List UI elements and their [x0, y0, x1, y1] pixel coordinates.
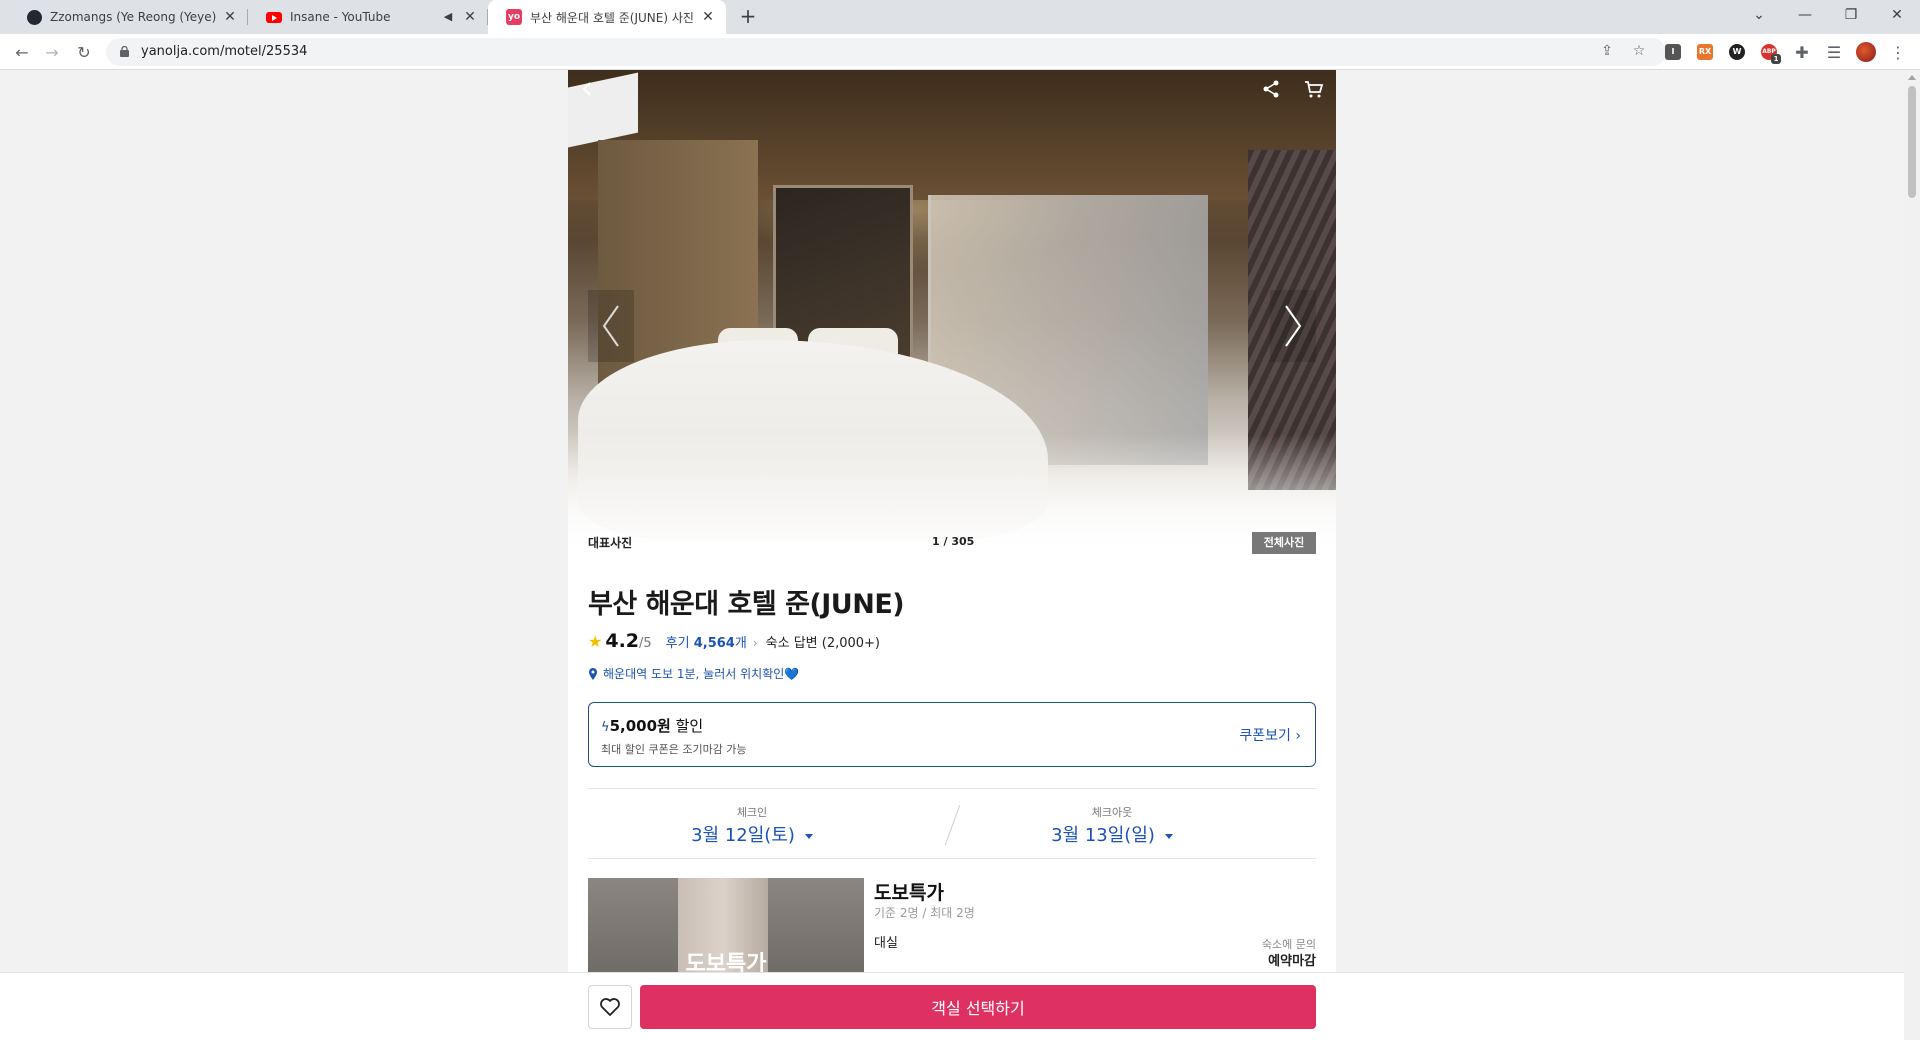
chevron-right-icon: › [752, 636, 758, 650]
checkout-selector[interactable]: 체크아웃 3월 13일(일) [992, 804, 1232, 847]
tab-title: Zzomangs (Ye Reong (Yeye)) [50, 10, 216, 24]
media-queue-icon[interactable]: ☰ [1822, 40, 1846, 64]
tab-yanolja[interactable]: yo 부산 해운대 호텔 준(JUNE) 사진 ✕ [488, 0, 726, 34]
stay-type: 대실 [874, 936, 898, 951]
room-capacity: 기준 2명 / 최대 2명 [874, 906, 975, 920]
browser-toolbar: ← → ↻ yanolja.com/motel/25534 ⇪ ☆ I RX W… [0, 34, 1920, 70]
divider [588, 788, 1316, 789]
checkout-label: 체크아웃 [1091, 806, 1133, 819]
booking-status: 예약마감 [1268, 954, 1316, 969]
chevron-right-icon [1285, 305, 1302, 347]
all-photos-button[interactable]: 전체사진 [1252, 532, 1316, 554]
heart-icon [600, 998, 620, 1016]
chevron-left-icon [602, 305, 619, 347]
detail-container: 대표사진 1 / 305 전체사진 부산 해운대 호텔 준(JUNE) ★ 4.… [568, 70, 1336, 1040]
prev-photo-button[interactable] [588, 290, 634, 362]
coupon-view-button[interactable]: 쿠폰보기 › [1239, 725, 1301, 745]
close-tab-icon[interactable]: ✕ [462, 9, 478, 25]
share-page-icon[interactable]: ⇪ [1598, 43, 1616, 61]
reload-icon[interactable]: ↻ [72, 40, 96, 64]
new-tab-button[interactable]: + [736, 5, 760, 29]
profile-avatar[interactable] [1856, 42, 1876, 62]
review-link[interactable]: 후기 4,564개 [666, 632, 747, 651]
checkout-date: 3월 13일(일) [1051, 825, 1155, 846]
date-separator [944, 805, 961, 845]
extension-i-icon[interactable]: I [1665, 44, 1681, 60]
close-tab-icon[interactable]: ✕ [700, 9, 716, 25]
browser-tab-strip: Zzomangs (Ye Reong (Yeye)) ✕ Insane - Yo… [0, 0, 1920, 34]
photo-counter: 1 / 305 [932, 535, 975, 548]
photo-category-label: 대표사진 [588, 536, 633, 550]
close-window-button[interactable]: ✕ [1874, 0, 1920, 30]
tab-search-icon[interactable]: ⌄ [1736, 0, 1782, 30]
tab-title: 부산 해운대 호텔 준(JUNE) 사진 [530, 10, 694, 25]
scrollbar-thumb[interactable] [1908, 86, 1916, 198]
restore-button[interactable]: ❐ [1828, 0, 1874, 30]
bottom-action-bar: 객실 선택하기 [0, 972, 1904, 1040]
minimize-button[interactable]: — [1782, 0, 1828, 30]
room-name: 도보특가 [874, 882, 944, 904]
divider [588, 858, 1316, 859]
more-menu-icon[interactable]: ⋮ [1886, 40, 1910, 64]
back-chevron-icon[interactable] [576, 78, 598, 100]
star-icon: ★ [588, 632, 603, 651]
page-scrollbar[interactable] [1904, 70, 1920, 1040]
rating-max: /5 [639, 636, 652, 651]
caret-down-icon [1164, 833, 1173, 839]
cart-icon[interactable] [1303, 78, 1325, 100]
checkin-selector[interactable]: 체크인 3월 12일(토) [632, 804, 872, 847]
share-icon[interactable] [1260, 78, 1282, 100]
room-thumbnail[interactable]: 도보특가 [588, 878, 864, 978]
bookmark-star-icon[interactable]: ☆ [1630, 43, 1648, 61]
location-link[interactable]: 해운대역 도보 1분, 눌러서 위치확인💙 [588, 665, 799, 682]
url-text: yanolja.com/motel/25534 [141, 44, 308, 59]
select-room-button[interactable]: 객실 선택하기 [640, 985, 1316, 1029]
next-photo-button[interactable] [1270, 290, 1316, 362]
location-text: 해운대역 도보 1분, 눌러서 위치확인💙 [603, 667, 800, 681]
extension-rx-icon[interactable]: RX [1697, 44, 1713, 60]
coupon-note: 최대 할인 쿠폰은 조기마감 가능 [601, 743, 747, 756]
page-viewport: 대표사진 1 / 305 전체사진 부산 해운대 호텔 준(JUNE) ★ 4.… [0, 70, 1904, 1040]
tab-title: Insane - YouTube [290, 10, 391, 24]
lightning-icon: ϟ [601, 720, 610, 735]
chevron-right-icon: › [1295, 728, 1301, 744]
tab-youtube[interactable]: Insane - YouTube ◀ ✕ [248, 0, 488, 34]
coupon-amount: ϟ5,000원 할인 [601, 717, 704, 735]
extensions-puzzle-icon[interactable]: ✚ [1790, 40, 1814, 64]
close-tab-icon[interactable]: ✕ [222, 9, 238, 25]
rating-row: ★ 4.2 /5 후기 4,564개 › 숙소 답변 (2,000+) [588, 630, 880, 654]
scroll-up-arrow[interactable] [1908, 75, 1916, 80]
map-pin-icon [589, 667, 597, 680]
lock-icon [120, 46, 129, 57]
host-reply-count[interactable]: 숙소 답변 (2,000+) [766, 632, 880, 651]
checkin-date: 3월 12일(토) [691, 825, 795, 846]
back-arrow-icon[interactable]: ← [10, 40, 34, 64]
address-bar[interactable]: yanolja.com/motel/25534 ⇪ ☆ [106, 38, 1666, 66]
youtube-icon [266, 9, 282, 25]
wishlist-button[interactable] [588, 985, 632, 1029]
tab-github[interactable]: Zzomangs (Ye Reong (Yeye)) ✕ [8, 0, 248, 34]
adblock-badge: 1 [1771, 54, 1781, 64]
github-icon [26, 9, 42, 25]
coupon-box[interactable]: ϟ5,000원 할인 최대 할인 쿠폰은 조기마감 가능 쿠폰보기 › [588, 702, 1316, 767]
checkin-label: 체크인 [736, 806, 768, 819]
speaker-icon[interactable]: ◀ [440, 9, 456, 25]
forward-arrow-icon[interactable]: → [40, 40, 64, 64]
hotel-title: 부산 해운대 호텔 준(JUNE) [588, 589, 905, 620]
caret-down-icon [804, 833, 813, 839]
hero-photo[interactable]: 대표사진 1 / 305 전체사진 [568, 70, 1336, 554]
rating-score: 4.2 [605, 630, 640, 652]
yanolja-icon: yo [506, 9, 522, 25]
extension-w-icon[interactable]: W [1729, 44, 1745, 60]
